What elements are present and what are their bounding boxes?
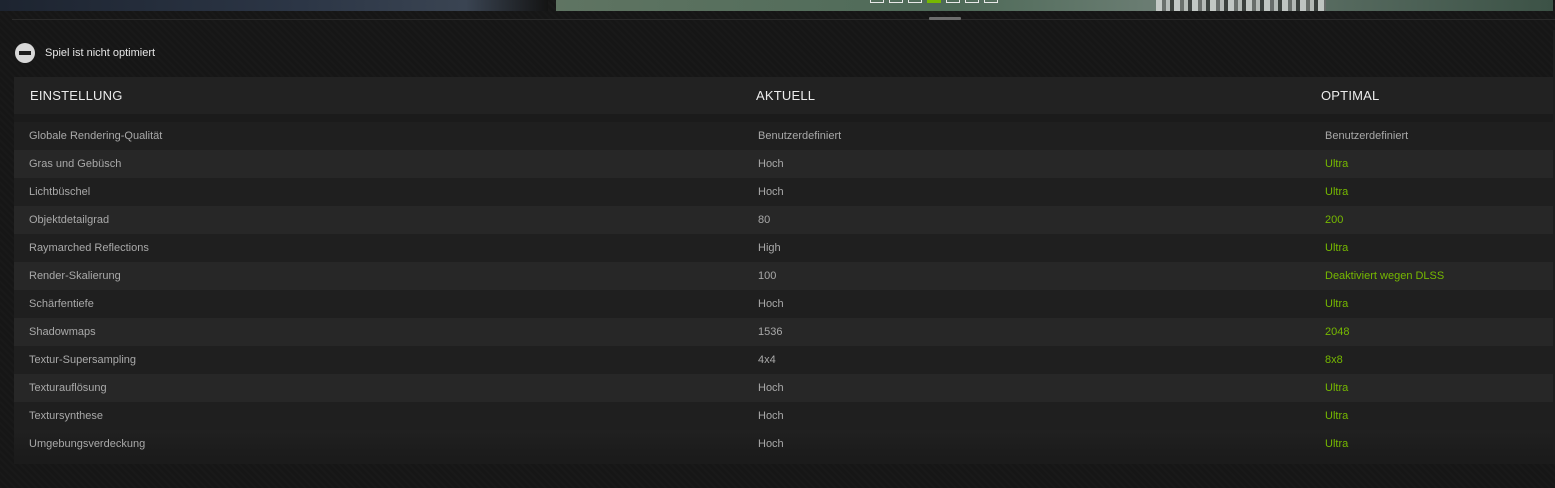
current-value: High — [758, 242, 781, 254]
setting-name: Umgebungsverdeckung — [29, 438, 146, 450]
current-value: Hoch — [758, 186, 784, 198]
optimal-value: Ultra — [1325, 298, 1349, 310]
header-optimal: OPTIMAL — [1321, 88, 1380, 103]
optimal-value: Ultra — [1325, 410, 1349, 422]
setting-name: Gras und Gebüsch — [29, 158, 122, 170]
current-value: 80 — [758, 214, 771, 226]
table-row: Gras und Gebüsch Hoch Ultra — [14, 150, 1555, 178]
optimal-value: 2048 — [1325, 326, 1350, 338]
current-value: 100 — [758, 270, 777, 282]
carousel-dot[interactable] — [965, 0, 979, 3]
current-value: 1536 — [758, 326, 783, 338]
screenshot-thumbnail-right[interactable] — [556, 0, 1553, 11]
optimal-value: Deaktiviert wegen DLSS — [1325, 270, 1445, 282]
screenshot-thumbnail-left[interactable] — [0, 0, 548, 11]
section-divider — [12, 19, 1555, 20]
table-body: Globale Rendering-Qualität Benutzerdefini… — [14, 122, 1555, 458]
settings-table: EINSTELLUNG AKTUELL OPTIMAL Globale Rend… — [14, 77, 1555, 464]
header-setting: EINSTELLUNG — [30, 88, 123, 103]
carousel-dot[interactable] — [927, 0, 941, 3]
setting-name: Lichtbüschel — [29, 186, 91, 198]
carousel-dot[interactable] — [908, 0, 922, 3]
table-row: Textur-Supersampling 4x4 8x8 — [14, 346, 1555, 374]
table-row: Lichtbüschel Hoch Ultra — [14, 178, 1555, 206]
setting-name: Texturauflösung — [29, 382, 107, 394]
optimal-value: Ultra — [1325, 242, 1349, 254]
table-row: Render-Skalierung 100 Deaktiviert wegen DL… — [14, 262, 1555, 290]
optimal-value: Ultra — [1325, 382, 1349, 394]
optimal-value: Ultra — [1325, 438, 1349, 450]
current-value: 4x4 — [758, 354, 776, 366]
table-row: Textursynthese Hoch Ultra — [14, 402, 1555, 430]
optimization-status: Spiel ist nicht optimiert — [15, 42, 155, 64]
table-row: Umgebungsverdeckung Hoch Ultra — [14, 430, 1555, 458]
current-value: Hoch — [758, 410, 784, 422]
current-value: Hoch — [758, 298, 784, 310]
current-value: Benutzerdefiniert — [758, 130, 842, 142]
setting-name: Render-Skalierung — [29, 270, 121, 282]
optimal-value: 200 — [1325, 214, 1344, 226]
setting-name: Shadowmaps — [29, 326, 96, 338]
setting-name: Textur-Supersampling — [29, 354, 136, 366]
current-value: Hoch — [758, 382, 784, 394]
setting-name: Schärfentiefe — [29, 298, 94, 310]
table-row: Raymarched Reflections High Ultra — [14, 234, 1555, 262]
current-value: Hoch — [758, 158, 784, 170]
optimal-value: Ultra — [1325, 158, 1349, 170]
optimal-value: Benutzerdefiniert — [1325, 130, 1409, 142]
screenshot-carousel — [0, 0, 1555, 12]
table-row: Schärfentiefe Hoch Ultra — [14, 290, 1555, 318]
status-text: Spiel ist nicht optimiert — [45, 47, 156, 59]
setting-name: Textursynthese — [29, 410, 103, 422]
table-row: Objektdetailgrad 80 200 — [14, 206, 1555, 234]
carousel-dot[interactable] — [946, 0, 960, 3]
table-row: Shadowmaps 1536 2048 — [14, 318, 1555, 346]
carousel-pagination — [870, 0, 998, 3]
table-header: EINSTELLUNG AKTUELL OPTIMAL — [14, 77, 1555, 114]
table-row: Globale Rendering-Qualität Benutzerdefini… — [14, 122, 1555, 150]
optimal-value: 8x8 — [1325, 354, 1343, 366]
setting-name: Globale Rendering-Qualität — [29, 130, 163, 142]
setting-name: Objektdetailgrad — [29, 214, 110, 226]
current-value: Hoch — [758, 438, 784, 450]
carousel-dot[interactable] — [870, 0, 884, 3]
table-row: Texturauflösung Hoch Ultra — [14, 374, 1555, 402]
carousel-dot[interactable] — [889, 0, 903, 3]
setting-name: Raymarched Reflections — [29, 242, 149, 254]
header-current: AKTUELL — [756, 88, 816, 103]
drag-handle[interactable] — [929, 17, 961, 20]
optimal-value: Ultra — [1325, 186, 1349, 198]
carousel-dot[interactable] — [984, 0, 998, 3]
minus-circle-icon — [15, 43, 35, 63]
